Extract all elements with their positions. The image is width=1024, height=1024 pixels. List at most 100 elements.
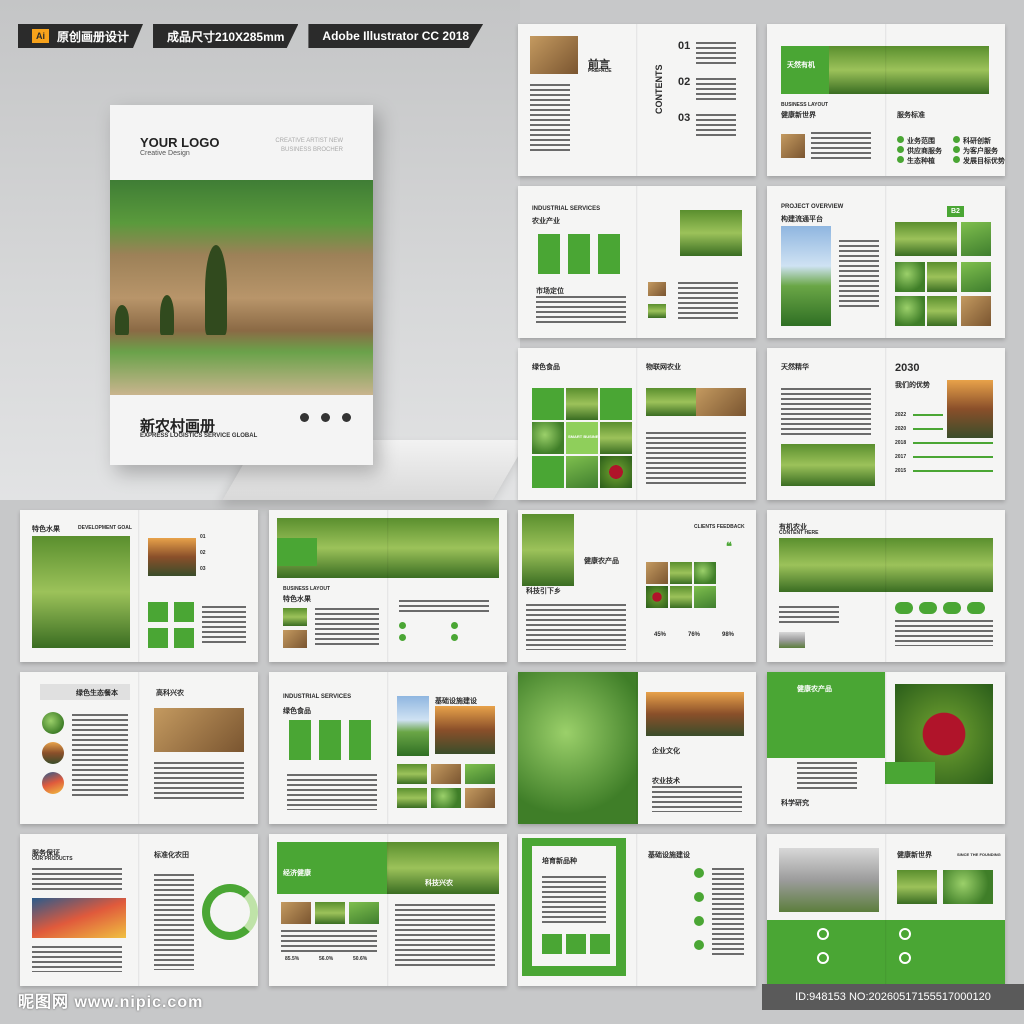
spread-service: 服务保证 OUR PRODUCTS 标准化农田 xyxy=(20,834,258,986)
icon-tile xyxy=(590,934,610,954)
tile-label: SMART BUSINESS xyxy=(568,434,604,439)
icon-tile xyxy=(542,934,562,954)
bullet-icon xyxy=(399,622,406,629)
tag-software: Adobe Illustrator CC 2018 xyxy=(308,24,484,48)
text-lines xyxy=(72,714,128,798)
bullet-icon xyxy=(451,634,458,641)
photo-thumb xyxy=(283,608,307,626)
cover-subtitle: EXPRESS LOGISTICS SERVICE GLOBAL xyxy=(140,433,258,439)
grid-tile xyxy=(600,388,632,420)
photo-thumb xyxy=(283,630,307,648)
web-icon xyxy=(342,413,351,422)
spread-title: 培育新品种 xyxy=(542,858,577,865)
spread-organic-farming: 有机农业 CONTENT HERE xyxy=(767,510,1005,662)
grid-tile xyxy=(566,456,598,488)
spread-healthy-world: 健康新世界 SINCE THE FOUNDING xyxy=(767,834,1005,986)
text-lines xyxy=(395,904,495,966)
photo-thumb xyxy=(670,562,692,584)
photo-grid xyxy=(961,296,991,326)
spread-project-overview: PROJECT OVERVIEW 构建流通平台 B2 xyxy=(767,186,1005,338)
spread-title: INDUSTRIAL SERVICES xyxy=(532,206,601,212)
spread-subtitle: 农业技术 xyxy=(652,778,680,785)
round-photo xyxy=(42,772,64,794)
spread-healthy-produce: 科技引下乡 健康农产品 CLIENTS FEEDBACK ❝ 45% 76% 9… xyxy=(518,510,756,662)
text-lines xyxy=(781,388,871,438)
circle-icon xyxy=(817,952,829,964)
photo-thumb xyxy=(397,764,427,784)
watermark: 昵图网 www.nipic.com xyxy=(18,994,204,1011)
spread-subtitle: 构建流通平台 xyxy=(781,216,823,223)
spread-title: 健康农产品 xyxy=(584,558,619,565)
tree-graphic xyxy=(160,295,174,335)
photo-hills xyxy=(680,210,742,256)
text-lines xyxy=(542,876,606,926)
text-lines xyxy=(696,114,736,138)
photo-grid xyxy=(961,222,991,256)
text-lines xyxy=(399,600,489,614)
percent-value: 56.0% xyxy=(319,956,334,962)
grid-tile xyxy=(532,388,564,420)
spread-green-food: 绿色食品 SMART BUSINESS 物联网农业 xyxy=(518,348,756,500)
icon-tile xyxy=(174,602,194,622)
round-photo xyxy=(42,742,64,764)
spread-title: 绿色生态餐本 xyxy=(76,690,118,697)
round-photo xyxy=(42,712,64,734)
text-lines xyxy=(696,42,736,66)
photo-koi xyxy=(32,898,126,938)
photo-thumb xyxy=(670,586,692,608)
percent-value: 45% xyxy=(654,632,667,638)
circle-icon xyxy=(817,928,829,940)
list-number: 02 xyxy=(200,550,206,556)
tree-graphic xyxy=(205,245,227,335)
spread-subtitle: PREFACE xyxy=(588,68,612,74)
list-item: 生态种植 xyxy=(907,158,935,165)
timeline-node xyxy=(694,868,704,878)
text-lines xyxy=(315,608,379,648)
page-code-badge: B2 xyxy=(947,206,964,217)
spread-subtitle: 绿色食品 xyxy=(283,708,311,715)
spread-title: 天然有机 xyxy=(787,62,815,69)
brochure-cover: YOUR LOGO Creative Design CREATIVE ARTIST… xyxy=(110,105,373,465)
timeline-year: 2022 xyxy=(895,412,907,418)
spread-subtitle: CONTENT HERE xyxy=(779,530,819,536)
spread-title: PROJECT OVERVIEW xyxy=(781,204,844,210)
text-lines xyxy=(526,604,626,650)
photo-grid xyxy=(961,262,991,292)
spread-heading: 健康新世界 xyxy=(781,112,816,119)
step-card xyxy=(598,234,620,274)
photo-thumb xyxy=(465,788,495,808)
timeline-year: 2020 xyxy=(895,426,907,432)
spread-industrial-2: INDUSTRIAL SERVICES 绿色食品 基础设施建设 xyxy=(269,672,507,824)
spread-fruit: 特色水果 DEVELOPMENT GOAL 01 02 03 xyxy=(20,510,258,662)
spread-subtitle: 高科兴农 xyxy=(156,690,184,697)
bullet-icon xyxy=(399,634,406,641)
photo-thumb xyxy=(397,788,427,808)
step-card xyxy=(349,720,371,760)
contents-label: CONTENTS xyxy=(654,64,664,115)
photo-thumb xyxy=(431,764,461,784)
text-lines xyxy=(696,78,736,102)
photo-terraces xyxy=(781,444,875,486)
image-id-bar: ID:948153 NO:20260517155517000120 xyxy=(762,984,1024,1010)
photo-thumb xyxy=(694,586,716,608)
year-pill xyxy=(895,602,913,614)
icon-tile xyxy=(148,602,168,622)
photo-greenhouse xyxy=(779,848,879,912)
list-item: 为客户服务 xyxy=(963,148,998,155)
photo-thumb xyxy=(349,902,379,924)
spread-subtitle: 农业产业 xyxy=(532,218,560,225)
cover-contact-icons xyxy=(300,413,351,422)
photo-terraces xyxy=(32,536,130,648)
mail-icon xyxy=(321,413,330,422)
tag-label: 成品尺寸210X285mm xyxy=(167,29,285,44)
timeline-year: 2017 xyxy=(895,454,907,460)
bullet-icon xyxy=(451,622,458,629)
photo-sky-hills xyxy=(781,226,831,326)
spread-new-varieties: 培育新品种 基础设施建设 xyxy=(518,834,756,986)
spread-fruit-layout: BUSINESS LAYOUT 特色水果 xyxy=(269,510,507,662)
text-lines xyxy=(530,84,570,154)
spread-subtitle: 科技兴农 xyxy=(425,880,453,887)
tag-original-design: Ai 原创画册设计 xyxy=(18,24,144,48)
list-item: 科研创新 xyxy=(963,138,991,145)
text-lines xyxy=(811,132,871,162)
